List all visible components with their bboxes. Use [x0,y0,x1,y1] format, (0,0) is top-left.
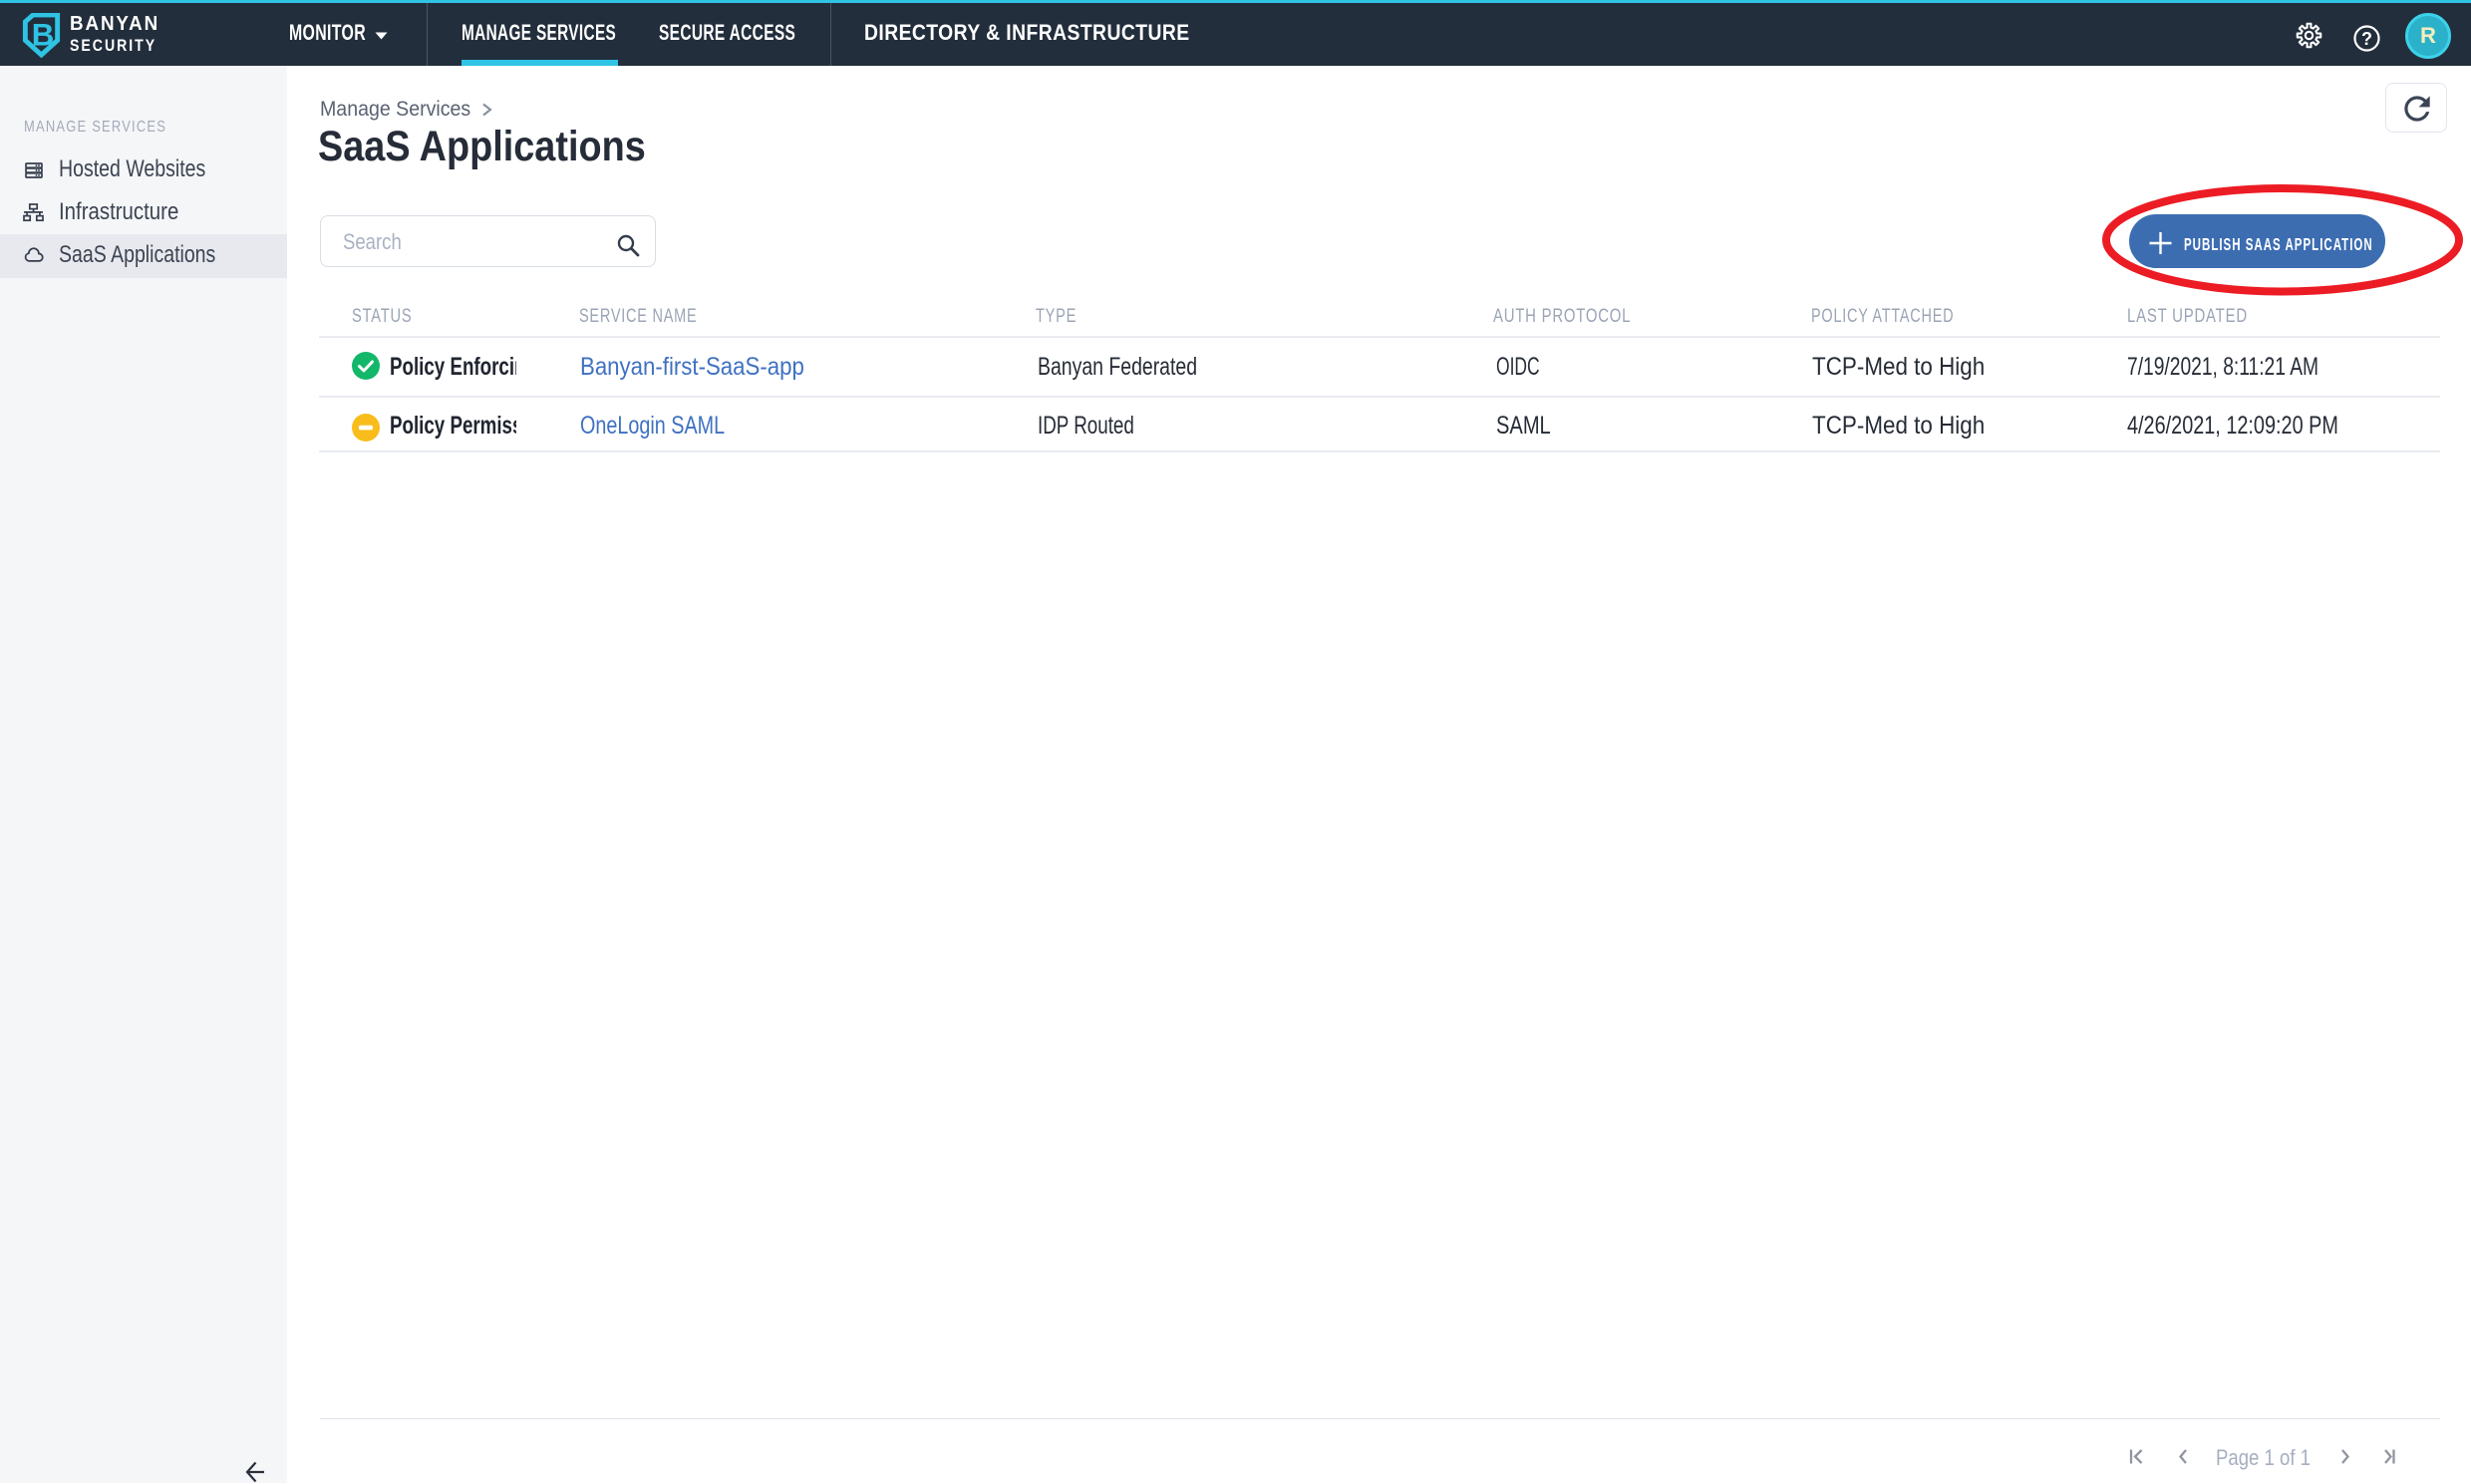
svg-text:B: B [32,17,55,52]
svg-text:?: ? [2361,29,2372,49]
